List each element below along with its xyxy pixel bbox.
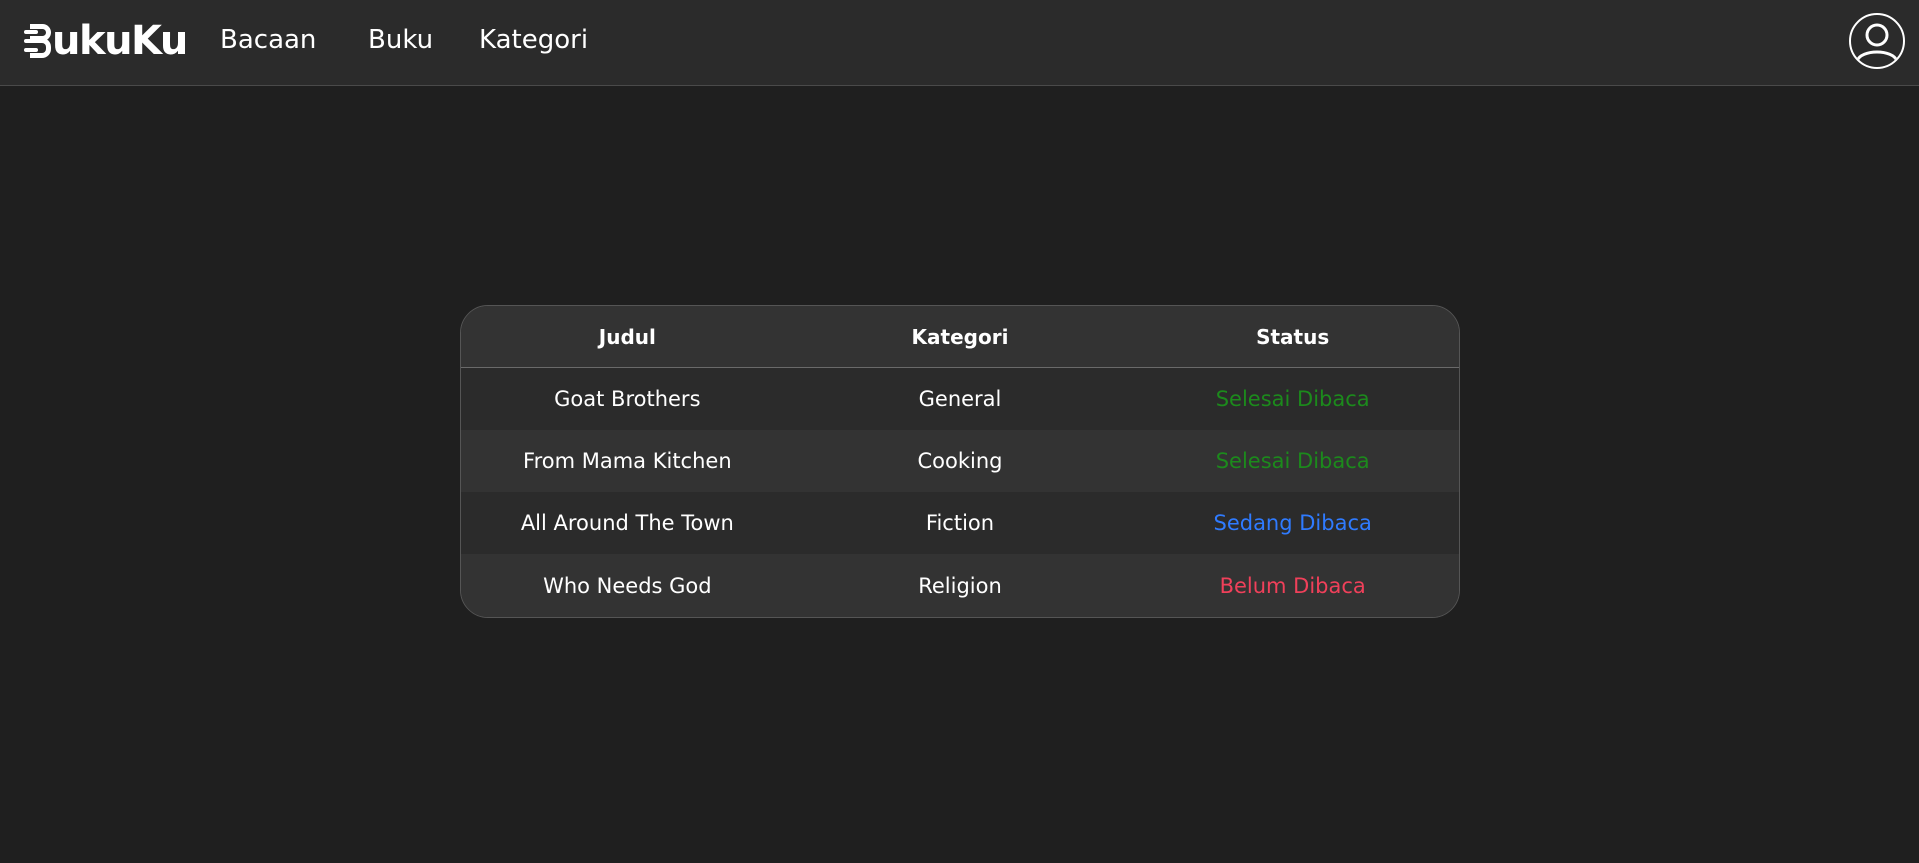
cell-judul: All Around The Town [520, 511, 734, 535]
header-status[interactable]: Status [1126, 306, 1459, 367]
status-badge: Selesai Dibaca [1215, 449, 1370, 473]
nav-link-buku[interactable]: Buku [368, 22, 433, 58]
cell-kategori: Fiction [925, 511, 995, 535]
cell-judul: From Mama Kitchen [523, 449, 732, 473]
nav-link-kategori[interactable]: Kategori [479, 22, 588, 58]
table-row[interactable]: All Around The Town Fiction Sedang Dibac… [461, 492, 1459, 554]
header-kategori[interactable]: Kategori [794, 306, 1127, 367]
nav-link-bacaan[interactable]: Bacaan [220, 22, 316, 58]
cell-kategori: Cooking [917, 449, 1003, 473]
top-navbar: ukuKu Bacaan Buku Kategori [0, 0, 1919, 86]
status-badge: Belum Dibaca [1219, 573, 1366, 598]
status-badge: Sedang Dibaca [1213, 511, 1372, 535]
status-badge: Selesai Dibaca [1215, 387, 1370, 411]
cell-judul: Goat Brothers [554, 387, 701, 411]
cell-judul: Who Needs God [543, 573, 712, 598]
reading-list-table: Judul Kategori Status Goat Brothers Gene… [460, 305, 1460, 618]
user-avatar-button[interactable] [1849, 13, 1905, 69]
bukuku-logo[interactable]: ukuKu [24, 18, 188, 64]
header-judul[interactable]: Judul [461, 306, 794, 367]
table-header-row: Judul Kategori Status [461, 306, 1459, 368]
table-row[interactable]: Who Needs God Religion Belum Dibaca [461, 554, 1459, 617]
cell-kategori: General [918, 387, 1002, 411]
table-row[interactable]: Goat Brothers General Selesai Dibaca [461, 368, 1459, 430]
table-row[interactable]: From Mama Kitchen Cooking Selesai Dibaca [461, 430, 1459, 492]
user-circle-icon [1855, 23, 1899, 62]
logo-text: ukuKu [52, 18, 188, 64]
cell-kategori: Religion [918, 573, 1002, 598]
logo-b-mark-icon [24, 24, 51, 58]
